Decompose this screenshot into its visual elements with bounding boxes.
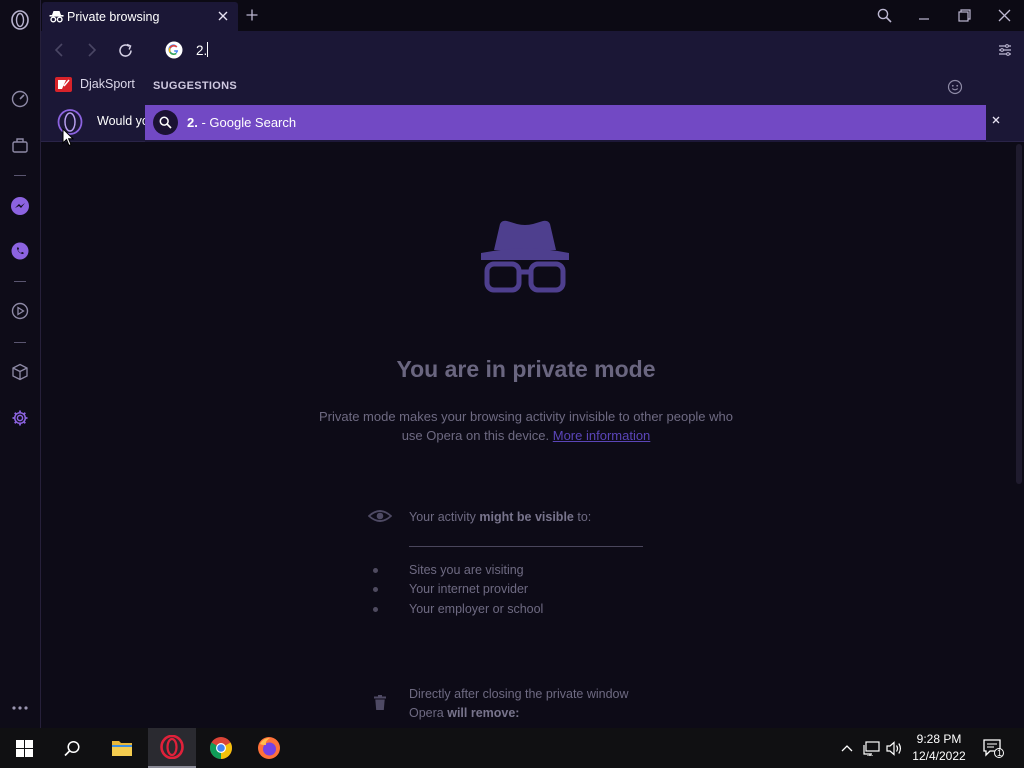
bag-icon[interactable]	[9, 134, 31, 156]
network-icon[interactable]	[862, 739, 880, 757]
messenger-icon[interactable]	[9, 195, 31, 217]
easy-setup-icon[interactable]	[996, 41, 1014, 59]
bookmark-label: DjakSport	[80, 77, 135, 91]
taskbar-search-icon[interactable]	[48, 728, 96, 768]
page-title: You are in private mode	[396, 356, 656, 382]
address-bar-input[interactable]	[196, 41, 796, 59]
page-scrollbar[interactable]	[1014, 142, 1024, 728]
infobar-message: Would yo	[97, 114, 149, 128]
tab-search-icon[interactable]	[873, 5, 895, 25]
private-incognito-icon	[49, 10, 64, 23]
visible-list-item: Sites you are visiting	[409, 563, 524, 577]
incognito-hat-glasses-icon	[480, 220, 570, 294]
forward-arrow-icon[interactable]	[83, 41, 101, 59]
reload-icon[interactable]	[116, 41, 134, 59]
file-explorer-icon[interactable]	[98, 728, 146, 768]
notification-count: 1	[996, 748, 1002, 758]
windows-start-icon[interactable]	[0, 728, 48, 768]
suggestion-item[interactable]: 2. - Google Search	[145, 105, 986, 140]
opera-sidebar	[0, 0, 41, 728]
settings-gear-icon[interactable]	[9, 407, 31, 429]
crypto-wallet-icon[interactable]	[9, 361, 31, 383]
clock-time[interactable]: 9:28 PM	[900, 732, 978, 746]
text-caret	[207, 42, 208, 57]
scrollbar-thumb[interactable]	[1016, 144, 1022, 484]
google-logo-icon	[164, 40, 184, 60]
bullet	[373, 607, 378, 612]
firefox-icon[interactable]	[245, 728, 293, 768]
player-icon[interactable]	[9, 300, 31, 322]
remove-info-line: Directly after closing the private windo…	[409, 687, 629, 701]
more-information-link[interactable]: More information	[553, 428, 651, 443]
search-icon	[153, 110, 178, 135]
tab-strip: Private browsing	[41, 0, 1024, 31]
sidebar-separator	[14, 175, 26, 176]
clock-date[interactable]: 12/4/2022	[900, 749, 978, 763]
visible-list-item: Your internet provider	[409, 582, 529, 596]
infobar-close-icon[interactable]	[989, 113, 1003, 127]
opera-taskbar-icon[interactable]	[148, 728, 196, 768]
remove-info-line: Opera will remove:	[409, 706, 520, 720]
bullet	[373, 587, 378, 592]
chrome-icon[interactable]	[197, 728, 245, 768]
sidebar-separator	[14, 342, 26, 343]
mouse-cursor-icon	[62, 128, 74, 147]
tab-close-icon[interactable]	[215, 8, 231, 24]
speed-dial-icon[interactable]	[9, 88, 31, 110]
close-window-icon[interactable]	[993, 5, 1015, 25]
back-arrow-icon[interactable]	[50, 41, 68, 59]
djaksport-logo-icon	[55, 76, 72, 92]
restore-icon[interactable]	[953, 5, 975, 25]
bookmark-djaksport[interactable]: DjakSport	[55, 75, 135, 93]
tab-private-browsing[interactable]: Private browsing	[42, 2, 238, 31]
visible-list-item: Your employer or school	[409, 602, 544, 616]
show-hidden-icons-icon[interactable]	[838, 739, 856, 757]
address-toolbar	[41, 31, 1024, 69]
bullet	[373, 568, 378, 573]
suggestions-settings-icon[interactable]	[947, 79, 964, 96]
whatsapp-icon[interactable]	[9, 240, 31, 262]
page-description: Private mode makes your browsing activit…	[318, 409, 734, 443]
sidebar-separator	[14, 281, 26, 282]
suggestion-text: 2. - Google Search	[187, 115, 297, 130]
minimize-icon[interactable]	[913, 5, 935, 25]
notifications-icon[interactable]: 1	[982, 738, 1004, 758]
more-icon[interactable]	[9, 697, 31, 719]
eye-icon	[368, 509, 392, 523]
private-mode-page: You are in private mode Private mode mak…	[41, 142, 1024, 728]
suggestions-header: SUGGESTIONS	[153, 80, 237, 92]
trash-icon	[373, 695, 387, 711]
windows-taskbar: 1	[0, 728, 1024, 768]
opera-menu-icon[interactable]	[9, 9, 31, 31]
tab-title: Private browsing	[67, 10, 160, 24]
visible-to-heading: Your activity might be visible to:	[409, 510, 592, 524]
new-tab-plus-icon[interactable]	[243, 6, 261, 24]
divider	[409, 546, 643, 547]
